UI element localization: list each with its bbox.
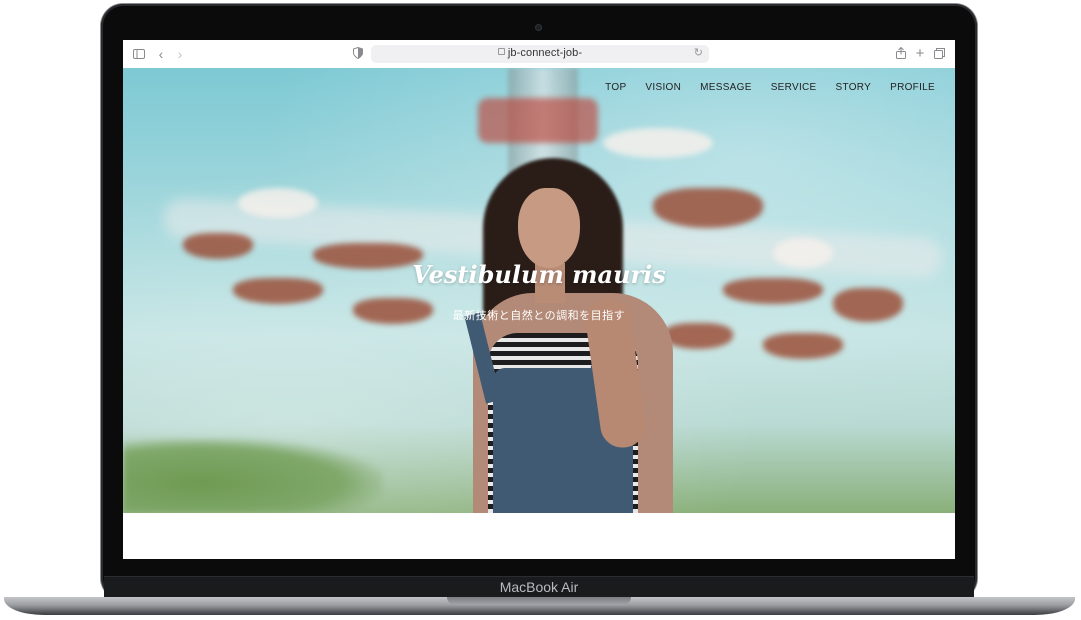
sidebar-icon[interactable]: [131, 46, 147, 62]
nav-story[interactable]: STORY: [836, 82, 872, 93]
screen-bezel-bottom: MacBook Air: [104, 576, 974, 599]
share-icon[interactable]: [893, 46, 909, 62]
hero-subtitle: 最新技術と自然との調和を目指す: [452, 310, 626, 322]
person-face: [518, 188, 580, 268]
browser-toolbar: ‹ › jb-connect-job- ↻ +: [123, 40, 955, 69]
screen: ‹ › jb-connect-job- ↻ + TOP VISION MESSA…: [123, 40, 955, 559]
url-text: jb-connect-job-: [507, 47, 583, 59]
laptop-hinge-notch: [447, 597, 631, 605]
nav-vision[interactable]: VISION: [645, 82, 681, 93]
lock-icon: [497, 48, 505, 55]
nav-top[interactable]: TOP: [605, 82, 626, 93]
site-nav: TOP VISION MESSAGE SERVICE STORY PROFILE: [605, 82, 935, 93]
hero-section: TOP VISION MESSAGE SERVICE STORY PROFILE…: [123, 68, 955, 513]
camera-dot: [535, 24, 542, 31]
trees-background: [123, 438, 383, 513]
forward-icon[interactable]: ›: [172, 46, 188, 62]
nav-message[interactable]: MESSAGE: [700, 82, 752, 93]
new-tab-icon[interactable]: +: [912, 46, 928, 62]
reload-icon[interactable]: ↻: [694, 46, 703, 59]
hero-title: Vestibulum mauris: [412, 260, 666, 289]
nav-service[interactable]: SERVICE: [771, 82, 817, 93]
shield-icon[interactable]: [350, 46, 366, 62]
nav-profile[interactable]: PROFILE: [890, 82, 935, 93]
back-icon[interactable]: ‹: [153, 46, 169, 62]
tabs-icon[interactable]: [931, 46, 947, 62]
address-bar[interactable]: jb-connect-job- ↻: [371, 45, 709, 63]
device-label: MacBook Air: [499, 579, 579, 595]
